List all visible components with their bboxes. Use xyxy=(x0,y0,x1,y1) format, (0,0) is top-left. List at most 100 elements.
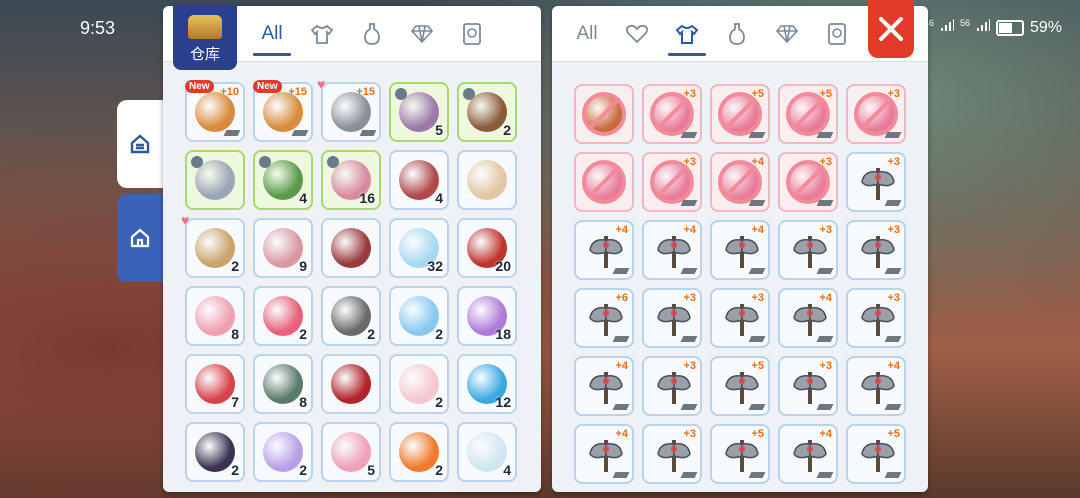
durability-bar xyxy=(816,404,834,410)
chest-icon xyxy=(188,15,222,39)
refine-level: +3 xyxy=(683,156,696,168)
axe-icon xyxy=(657,440,691,472)
tab-cards[interactable] xyxy=(812,14,862,54)
close-icon xyxy=(879,17,903,41)
durability-bar xyxy=(612,268,630,274)
storage-slot[interactable]: 12 xyxy=(457,354,517,414)
storage-slot[interactable]: 5 xyxy=(389,82,449,142)
durability-bar xyxy=(680,268,698,274)
storage-slot[interactable]: 5 xyxy=(321,422,381,482)
item-count: 18 xyxy=(495,326,511,342)
storage-slot[interactable]: 4 xyxy=(457,422,517,482)
bag-slot[interactable] xyxy=(574,84,634,144)
tab-all[interactable]: All xyxy=(562,14,612,54)
storage-slot[interactable]: 4 xyxy=(253,150,313,210)
tab-cards[interactable] xyxy=(447,14,497,54)
tab-equipment[interactable] xyxy=(662,14,712,56)
storage-slot[interactable]: 2 ♥ xyxy=(181,212,245,278)
item-icon xyxy=(399,364,439,404)
storage-slot[interactable]: 2 xyxy=(389,286,449,346)
side-tab-guild-storage[interactable] xyxy=(117,194,163,282)
bag-slot[interactable]: +5 xyxy=(710,424,770,484)
storage-slot[interactable]: 2 xyxy=(321,286,381,346)
tab-materials[interactable] xyxy=(762,14,812,54)
bag-slot[interactable]: +5 xyxy=(710,356,770,416)
storage-slot[interactable] xyxy=(321,354,381,414)
bag-slot[interactable]: +4 xyxy=(778,288,838,348)
storage-slot[interactable]: 9 xyxy=(253,218,313,278)
new-badge: New xyxy=(253,80,282,93)
storage-slot[interactable]: 2 xyxy=(185,422,245,482)
durability-bar xyxy=(680,404,698,410)
tab-consumables[interactable] xyxy=(712,14,762,54)
bag-slot[interactable]: +5 xyxy=(778,84,838,144)
tab-materials[interactable] xyxy=(397,14,447,54)
tab-consumables[interactable] xyxy=(347,14,397,54)
bag-slot[interactable]: +3 xyxy=(846,288,906,348)
tab-equipment[interactable] xyxy=(297,14,347,54)
bag-slot[interactable]: +3 xyxy=(642,356,702,416)
refine-level: +5 xyxy=(751,360,764,372)
bag-slot[interactable]: +6 xyxy=(574,288,634,348)
bag-slot[interactable]: +4 xyxy=(710,220,770,280)
storage-slot[interactable]: 2 xyxy=(253,286,313,346)
storage-slot[interactable]: +15 ♥ xyxy=(317,76,381,142)
signal-b-label: 56 xyxy=(959,18,970,28)
storage-slot[interactable]: +15 New xyxy=(253,80,313,142)
bag-slot[interactable]: +4 xyxy=(574,356,634,416)
storage-slot[interactable]: 8 xyxy=(253,354,313,414)
bag-slot[interactable]: +4 xyxy=(574,220,634,280)
bag-slot[interactable]: +5 xyxy=(846,424,906,484)
storage-slot[interactable]: 16 xyxy=(321,150,381,210)
side-tab-storage[interactable] xyxy=(117,100,163,188)
bag-slot[interactable]: +3 xyxy=(642,152,702,212)
storage-slot[interactable]: 32 xyxy=(389,218,449,278)
storage-slot[interactable] xyxy=(321,218,381,278)
bag-slot[interactable]: +4 xyxy=(710,152,770,212)
bag-slot[interactable] xyxy=(574,152,634,212)
storage-slot[interactable]: +10 New xyxy=(185,80,245,142)
bag-slot[interactable]: +3 xyxy=(778,152,838,212)
axe-icon xyxy=(793,304,827,336)
bag-slot[interactable]: +3 xyxy=(846,152,906,212)
durability-bar xyxy=(612,472,630,478)
storage-slot[interactable]: 20 xyxy=(457,218,517,278)
close-button[interactable] xyxy=(868,0,914,58)
axe-icon xyxy=(725,304,759,336)
storage-slot[interactable] xyxy=(185,150,245,210)
refine-level: +3 xyxy=(887,88,900,100)
storage-slot[interactable]: 8 xyxy=(185,286,245,346)
bag-slot[interactable]: +3 xyxy=(710,288,770,348)
storage-slot[interactable]: 2 xyxy=(253,422,313,482)
durability-bar xyxy=(816,336,834,342)
bag-slot[interactable]: +4 xyxy=(642,220,702,280)
type-badge-icon xyxy=(463,88,475,100)
storage-slot[interactable]: 2 xyxy=(389,422,449,482)
durability-bar xyxy=(680,336,698,342)
item-count: 7 xyxy=(231,394,239,410)
storage-slot[interactable]: 2 xyxy=(457,82,517,142)
storage-slot[interactable] xyxy=(457,150,517,210)
bag-slot[interactable]: +5 xyxy=(710,84,770,144)
bag-slot[interactable]: +3 xyxy=(642,288,702,348)
durability-bar xyxy=(884,404,902,410)
storage-slot[interactable]: 18 xyxy=(457,286,517,346)
storage-slot[interactable]: 7 xyxy=(185,354,245,414)
refine-level: +5 xyxy=(751,88,764,100)
storage-slot[interactable]: 4 xyxy=(389,150,449,210)
bag-slot[interactable]: +3 xyxy=(642,84,702,144)
bag-panel: All +3 +5 +5 +3 +3 +4 +3 +3 +4 +4 +4 +3 +3 +6 +3 +3 +4 +3… xyxy=(552,6,928,492)
tab-favorites[interactable] xyxy=(612,14,662,54)
bag-slot[interactable]: +4 xyxy=(778,424,838,484)
card-icon xyxy=(463,22,481,45)
bag-slot[interactable]: +3 xyxy=(846,84,906,144)
bag-slot[interactable]: +3 xyxy=(778,356,838,416)
bag-slot[interactable]: +3 xyxy=(778,220,838,280)
tab-all[interactable]: All xyxy=(247,14,297,56)
refine-level: +3 xyxy=(819,156,832,168)
bag-slot[interactable]: +4 xyxy=(846,356,906,416)
bag-slot[interactable]: +3 xyxy=(846,220,906,280)
bag-slot[interactable]: +4 xyxy=(574,424,634,484)
bag-slot[interactable]: +3 xyxy=(642,424,702,484)
storage-slot[interactable]: 2 xyxy=(389,354,449,414)
